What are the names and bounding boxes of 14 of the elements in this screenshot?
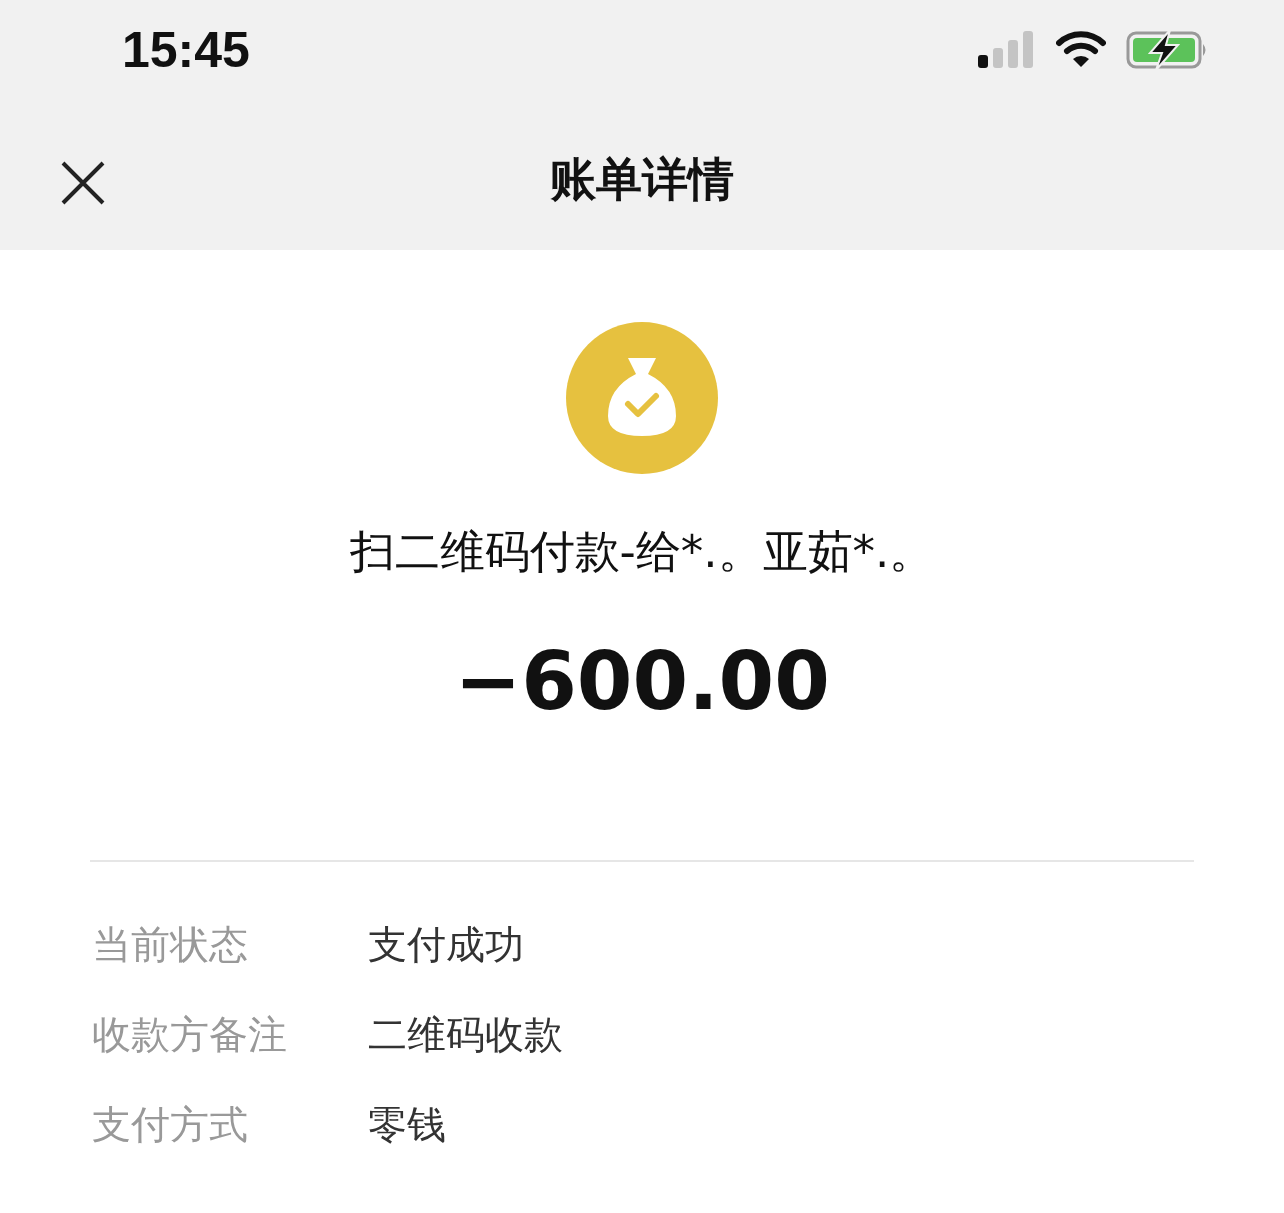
detail-label: 支付方式: [92, 1101, 249, 1149]
close-button[interactable]: [60, 160, 106, 206]
page-title: 账单详情: [550, 151, 734, 208]
money-bag-icon: [566, 322, 718, 474]
transaction-amount: −600.00: [454, 634, 830, 730]
transaction-description: 扫二维码付款-给*.。亚茹*.。: [349, 524, 935, 580]
status-time: 15:45: [122, 21, 250, 79]
detail-value: 二维码收款: [368, 1011, 563, 1059]
detail-value: 零钱: [368, 1101, 446, 1149]
signal-icon: [978, 30, 1036, 70]
wifi-icon: [1056, 31, 1106, 69]
detail-label: 收款方备注: [92, 1011, 288, 1059]
detail-value: 支付成功: [368, 921, 524, 969]
detail-label: 当前状态: [92, 921, 249, 969]
